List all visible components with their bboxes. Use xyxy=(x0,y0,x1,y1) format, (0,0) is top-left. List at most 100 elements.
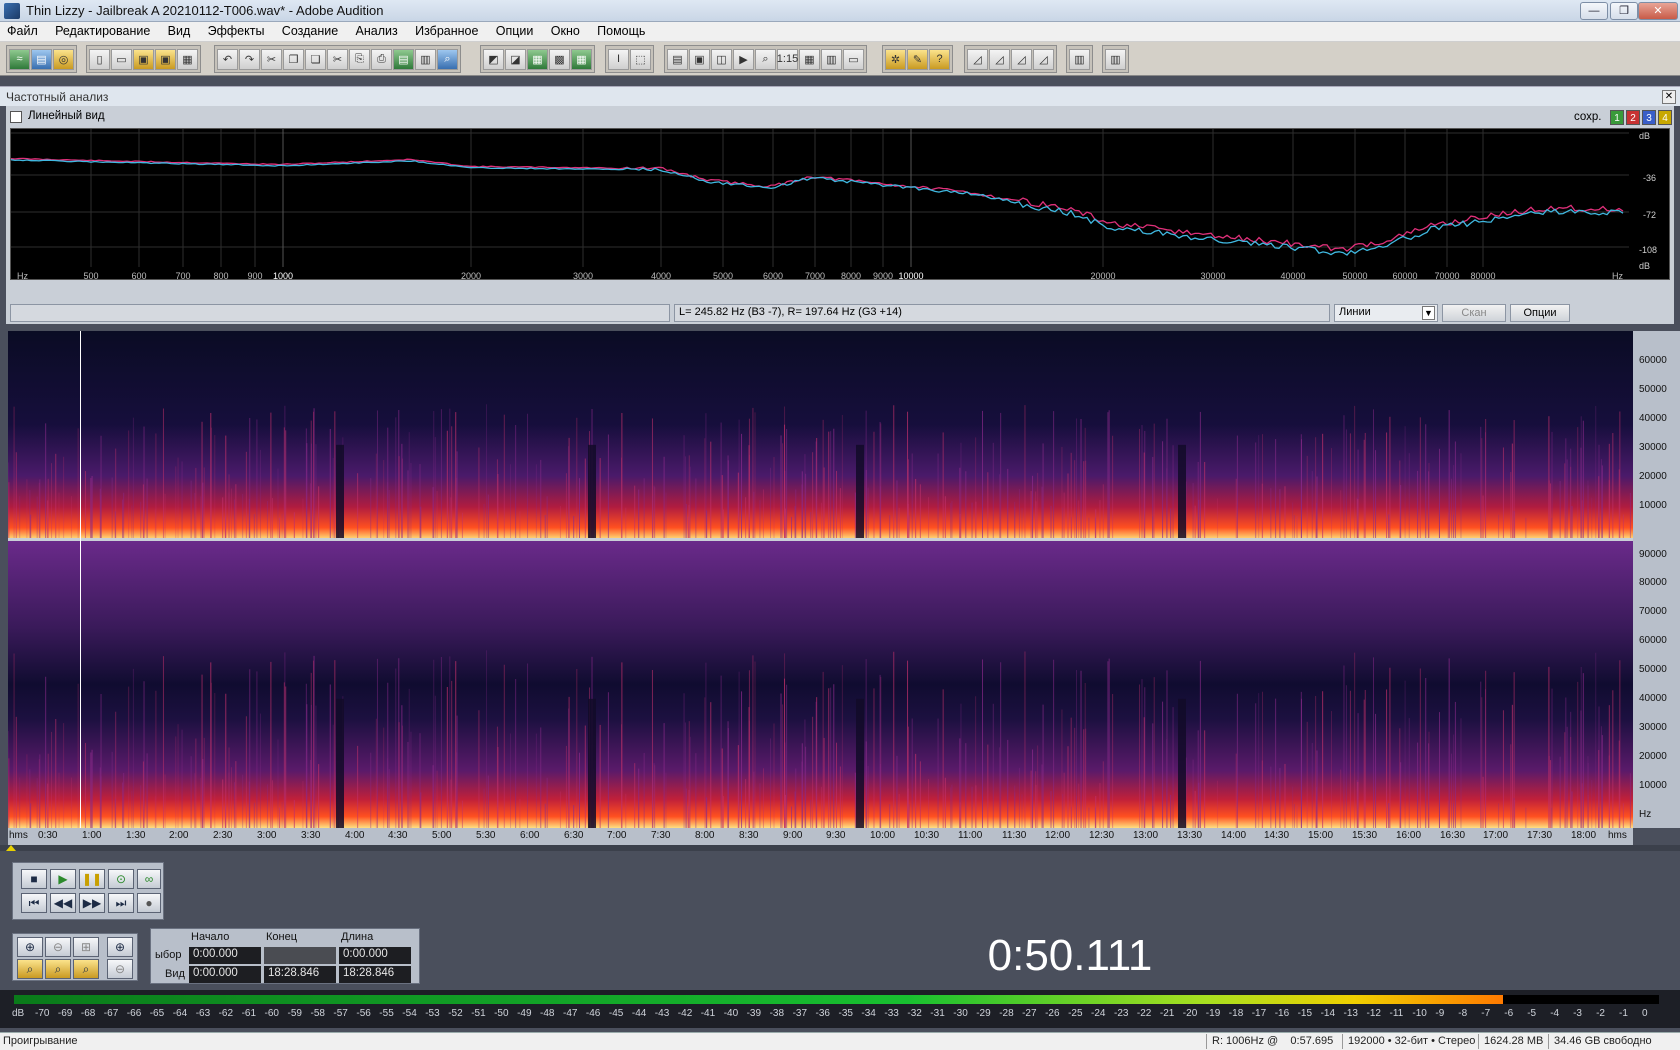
level-meter[interactable]: dB -70 -69 -68 -67 -66 -65 -64 -63 -62 -61 -60 -59 -5… xyxy=(0,990,1680,1028)
menu-options[interactable]: Опции xyxy=(489,22,541,40)
view-length-field[interactable]: 18:28.846 xyxy=(339,966,411,983)
marquee-tool-icon[interactable]: ⬚ xyxy=(630,48,651,70)
spectral-display-icon[interactable]: ◪ xyxy=(505,48,526,70)
record-icon[interactable]: ● xyxy=(137,893,161,913)
menu-view[interactable]: Вид xyxy=(161,22,198,40)
edit-view-icon[interactable]: ≈ xyxy=(9,48,30,70)
rewind-icon[interactable]: ◀◀ xyxy=(50,893,76,913)
copy-new-icon[interactable]: ❏ xyxy=(305,48,326,70)
save-as-icon[interactable]: ▣ xyxy=(155,48,176,70)
mixer-icon[interactable]: ▥ xyxy=(1069,48,1090,70)
spectrogram-left-channel[interactable] xyxy=(8,331,1633,538)
status-bar-icon[interactable]: ▭ xyxy=(843,48,864,70)
time-selection-tool-icon[interactable]: I xyxy=(608,48,629,70)
zoom-vertical-in-icon[interactable]: ⊕ xyxy=(107,937,133,957)
analysis-3-icon[interactable]: ◿ xyxy=(1011,48,1032,70)
go-to-end-icon[interactable]: ⏭ xyxy=(108,893,134,913)
paste-icon[interactable]: ⎘ xyxy=(349,48,370,70)
minimize-button[interactable]: — xyxy=(1580,2,1608,20)
options-button[interactable]: Опции xyxy=(1510,304,1570,322)
menu-edit[interactable]: Редактирование xyxy=(48,22,157,40)
save-slot-3[interactable]: 3 xyxy=(1642,110,1656,125)
zoom-right-icon[interactable]: ⌕ xyxy=(45,959,71,979)
spectral-phase-icon[interactable]: ▩ xyxy=(549,48,570,70)
save-slot-2[interactable]: 2 xyxy=(1626,110,1640,125)
fast-forward-icon[interactable]: ▶▶ xyxy=(79,893,105,913)
menu-effects[interactable]: Эффекты xyxy=(201,22,272,40)
zoom-left-icon[interactable]: ⌕ xyxy=(17,959,43,979)
effects-window-icon[interactable]: ▣ xyxy=(689,48,710,70)
maximize-button[interactable]: ❐ xyxy=(1610,2,1638,20)
open-file-icon[interactable]: ▭ xyxy=(111,48,132,70)
mix-paste-icon[interactable]: ▤ xyxy=(393,48,414,70)
linear-view-checkbox[interactable] xyxy=(10,111,22,123)
stop-icon[interactable]: ■ xyxy=(21,869,47,889)
trim-icon[interactable]: ▥ xyxy=(415,48,436,70)
time-tick-label: 17:30 xyxy=(1527,830,1553,841)
redo-icon[interactable]: ↷ xyxy=(239,48,260,70)
files-window-icon[interactable]: ▤ xyxy=(667,48,688,70)
script-icon[interactable]: ✎ xyxy=(907,48,928,70)
zoom-full-icon[interactable]: ⊞ xyxy=(73,937,99,957)
analysis-1-icon[interactable]: ◿ xyxy=(967,48,988,70)
time-window-icon[interactable]: 1:15 xyxy=(777,48,798,70)
spectral-pan-icon[interactable]: ▦ xyxy=(527,48,548,70)
menu-generate[interactable]: Создание xyxy=(275,22,345,40)
layout-icon[interactable]: ▦ xyxy=(571,48,592,70)
menu-favorites[interactable]: Избранное xyxy=(408,22,485,40)
selection-length-field[interactable]: 0:00.000 xyxy=(339,947,411,964)
selection-end-field[interactable] xyxy=(264,947,336,964)
go-to-start-icon[interactable]: ⏮ xyxy=(21,893,47,913)
repeat-icon[interactable]: ✂ xyxy=(261,48,282,70)
save-slot-4[interactable]: 4 xyxy=(1658,110,1672,125)
zoom-in-icon[interactable]: ⊕ xyxy=(17,937,43,957)
playhead-cursor[interactable] xyxy=(80,331,81,828)
analysis-4-icon[interactable]: ◿ xyxy=(1033,48,1054,70)
start-marker-icon[interactable] xyxy=(6,845,16,851)
save-slot-1[interactable]: 1 xyxy=(1610,110,1624,125)
zoom-out-icon[interactable]: ⊖ xyxy=(45,937,71,957)
menu-window[interactable]: Окно xyxy=(544,22,587,40)
menu-analyze[interactable]: Анализ xyxy=(349,22,405,40)
transport-window-icon[interactable]: ▶ xyxy=(733,48,754,70)
menu-help[interactable]: Помощь xyxy=(590,22,652,40)
view-end-field[interactable]: 18:28.846 xyxy=(264,966,336,983)
spectrogram-view[interactable] xyxy=(8,331,1633,828)
waveform-display-icon[interactable]: ◩ xyxy=(483,48,504,70)
cd-view-icon[interactable]: ◎ xyxy=(53,48,74,70)
pause-icon[interactable]: ❚❚ xyxy=(79,869,105,889)
save-icon[interactable]: ▣ xyxy=(133,48,154,70)
view-start-field[interactable]: 0:00.000 xyxy=(189,966,261,983)
help-icon[interactable]: ? xyxy=(929,48,950,70)
mode-select[interactable]: Линии ▼ xyxy=(1334,304,1438,322)
save-all-icon[interactable]: ▦ xyxy=(177,48,198,70)
spectrogram-right-channel[interactable] xyxy=(8,541,1633,828)
zoom-vertical-out-icon[interactable]: ⊖ xyxy=(107,959,133,979)
paste-new-icon[interactable]: ⎙ xyxy=(371,48,392,70)
play-to-end-icon[interactable]: ⊙ xyxy=(108,869,134,889)
loop-icon[interactable]: ∞ xyxy=(137,869,161,889)
levels-window-icon[interactable]: ▥ xyxy=(821,48,842,70)
frequency-graph[interactable]: dB -36 -72 -108 dB Hz 500 600 700 800 900 1000… xyxy=(10,128,1670,280)
new-file-icon[interactable]: ▯ xyxy=(89,48,110,70)
find-icon[interactable]: ⌕ xyxy=(437,48,458,70)
zoom-selection-icon[interactable]: ⌕ xyxy=(73,959,99,979)
multitrack-view-icon[interactable]: ▤ xyxy=(31,48,52,70)
selection-start-field[interactable]: 0:00.000 xyxy=(189,947,261,964)
settings-icon[interactable]: ✲ xyxy=(885,48,906,70)
scan-button[interactable]: Скан xyxy=(1442,304,1506,322)
zoom-window-icon[interactable]: ⌕ xyxy=(755,48,776,70)
undo-icon[interactable]: ↶ xyxy=(217,48,238,70)
favorites-window-icon[interactable]: ◫ xyxy=(711,48,732,70)
play-icon[interactable]: ▶ xyxy=(50,869,76,889)
menu-file[interactable]: Файл xyxy=(0,22,45,40)
copy-icon[interactable]: ❐ xyxy=(283,48,304,70)
cut-icon[interactable]: ✂ xyxy=(327,48,348,70)
analysis-2-icon[interactable]: ◿ xyxy=(989,48,1010,70)
session-icon[interactable]: ▥ xyxy=(1105,48,1126,70)
time-ruler[interactable]: hms 0:30 1:00 1:30 2:00 2:30 3:00 3:30 4:00 4:30 5… xyxy=(8,828,1633,845)
close-button[interactable]: ✕ xyxy=(1638,2,1678,20)
selection-window-icon[interactable]: ▦ xyxy=(799,48,820,70)
close-panel-icon[interactable]: ✕ xyxy=(1662,90,1676,104)
scale-top-60000: 60000 xyxy=(1639,355,1667,366)
